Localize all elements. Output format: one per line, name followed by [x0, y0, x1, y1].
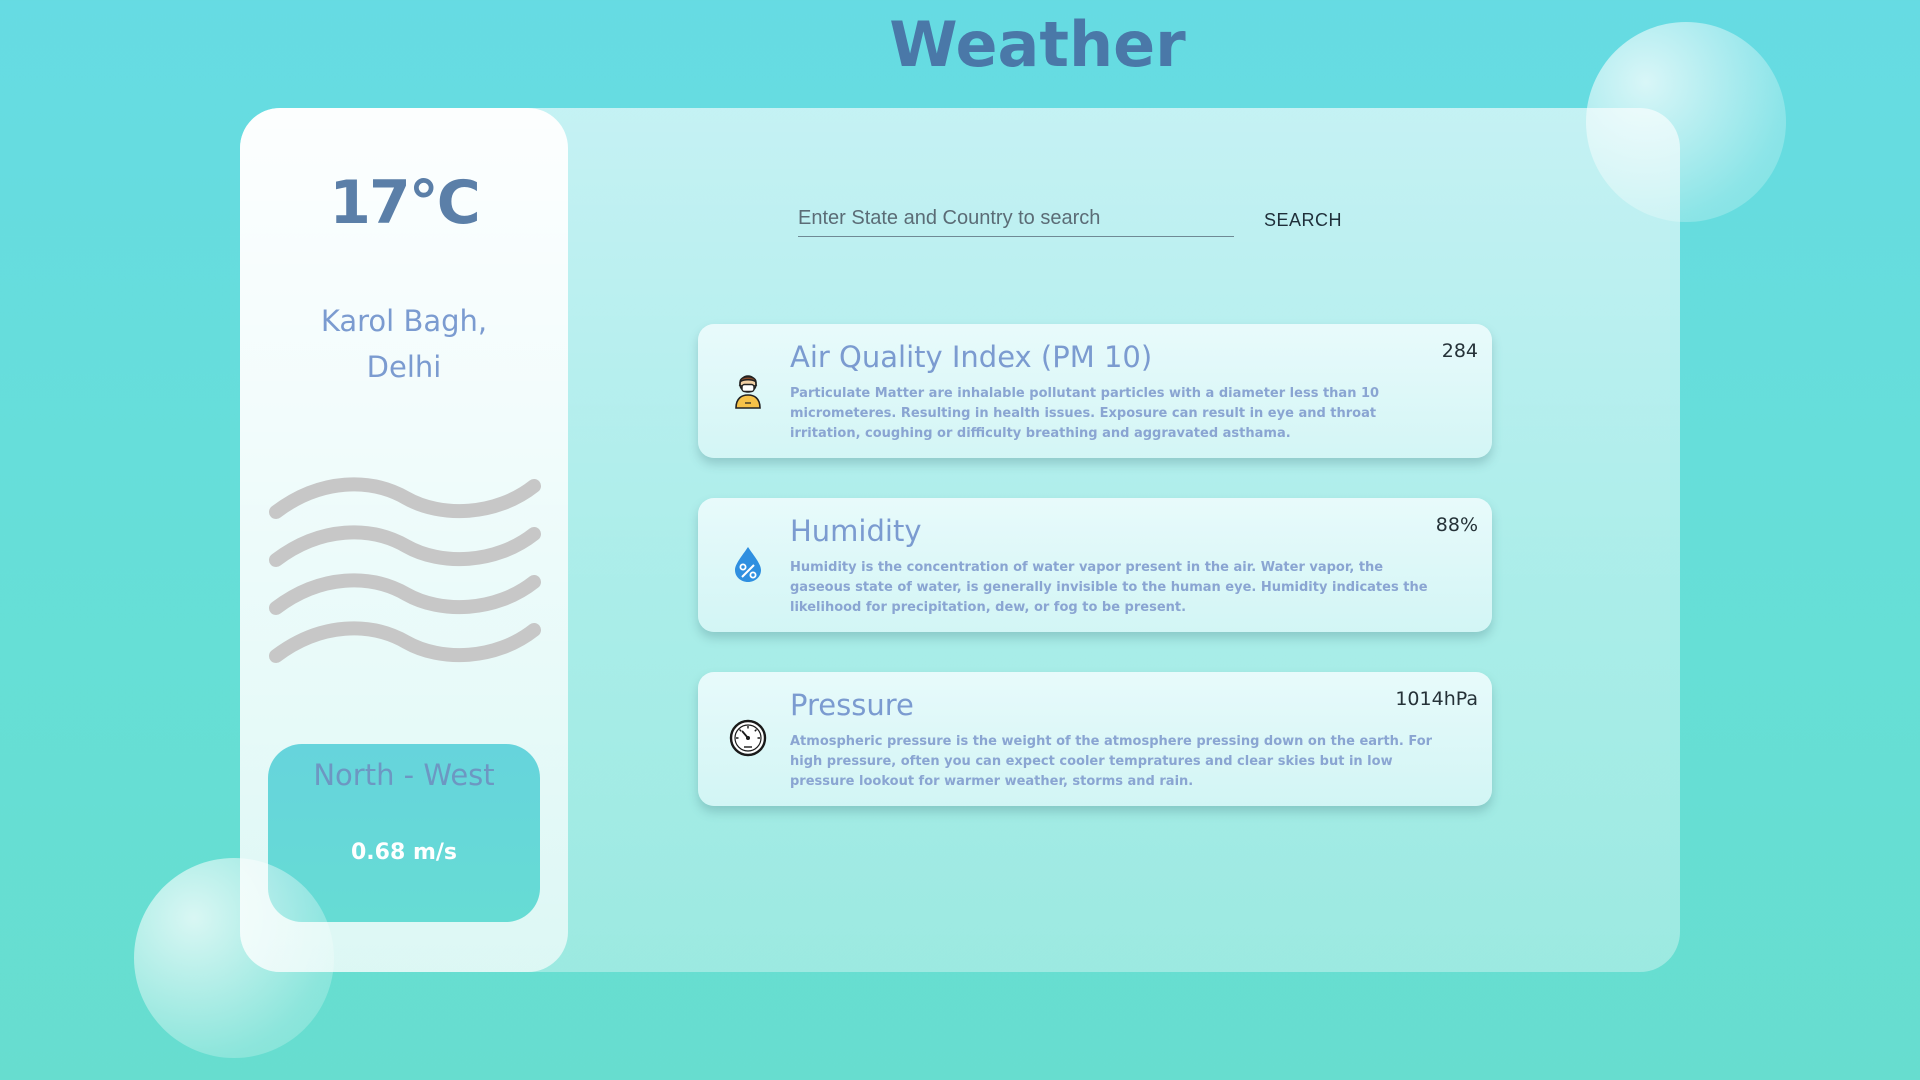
metric-title: Air Quality Index (PM 10) [790, 340, 1153, 374]
decorative-bubble-bottom [134, 858, 334, 1058]
search-input[interactable] [798, 200, 1234, 237]
wind-icon [269, 477, 541, 663]
location-line-2: Delhi [366, 350, 442, 384]
metric-card-humidity: Humidity Humidity is the concentration o… [698, 498, 1492, 632]
metric-title: Pressure [790, 688, 914, 722]
location: Karol Bagh, Delhi [260, 298, 548, 390]
metric-value: 1014hPa [1395, 688, 1478, 710]
humidity-drop-icon [735, 547, 761, 582]
metric-value: 88% [1435, 514, 1478, 536]
metric-description: Particulate Matter are inhalable polluta… [790, 386, 1380, 441]
metric-value: 284 [1441, 340, 1478, 362]
temperature: 17°C [329, 168, 481, 238]
wind-speed: 0.68 m/s [351, 840, 457, 865]
pressure-gauge-icon [729, 719, 767, 757]
metric-description: Atmospheric pressure is the weight of th… [790, 734, 1433, 789]
current-weather-panel: 17°C Karol Bagh, Delhi North - West 0.68… [240, 108, 568, 972]
search-button[interactable]: SEARCH [1252, 204, 1354, 236]
metric-title: Humidity [790, 514, 922, 548]
wind-direction: North - West [313, 758, 495, 792]
mask-person-icon [735, 375, 761, 409]
metric-card-air-quality: Air Quality Index (PM 10) Particulate Ma… [698, 324, 1492, 458]
location-line-1: Karol Bagh, [320, 304, 488, 338]
metric-card-pressure: Pressure Atmospheric pressure is the wei… [698, 672, 1492, 806]
page-title: Weather [889, 8, 1186, 81]
metric-description: Humidity is the concentration of water v… [790, 560, 1428, 615]
